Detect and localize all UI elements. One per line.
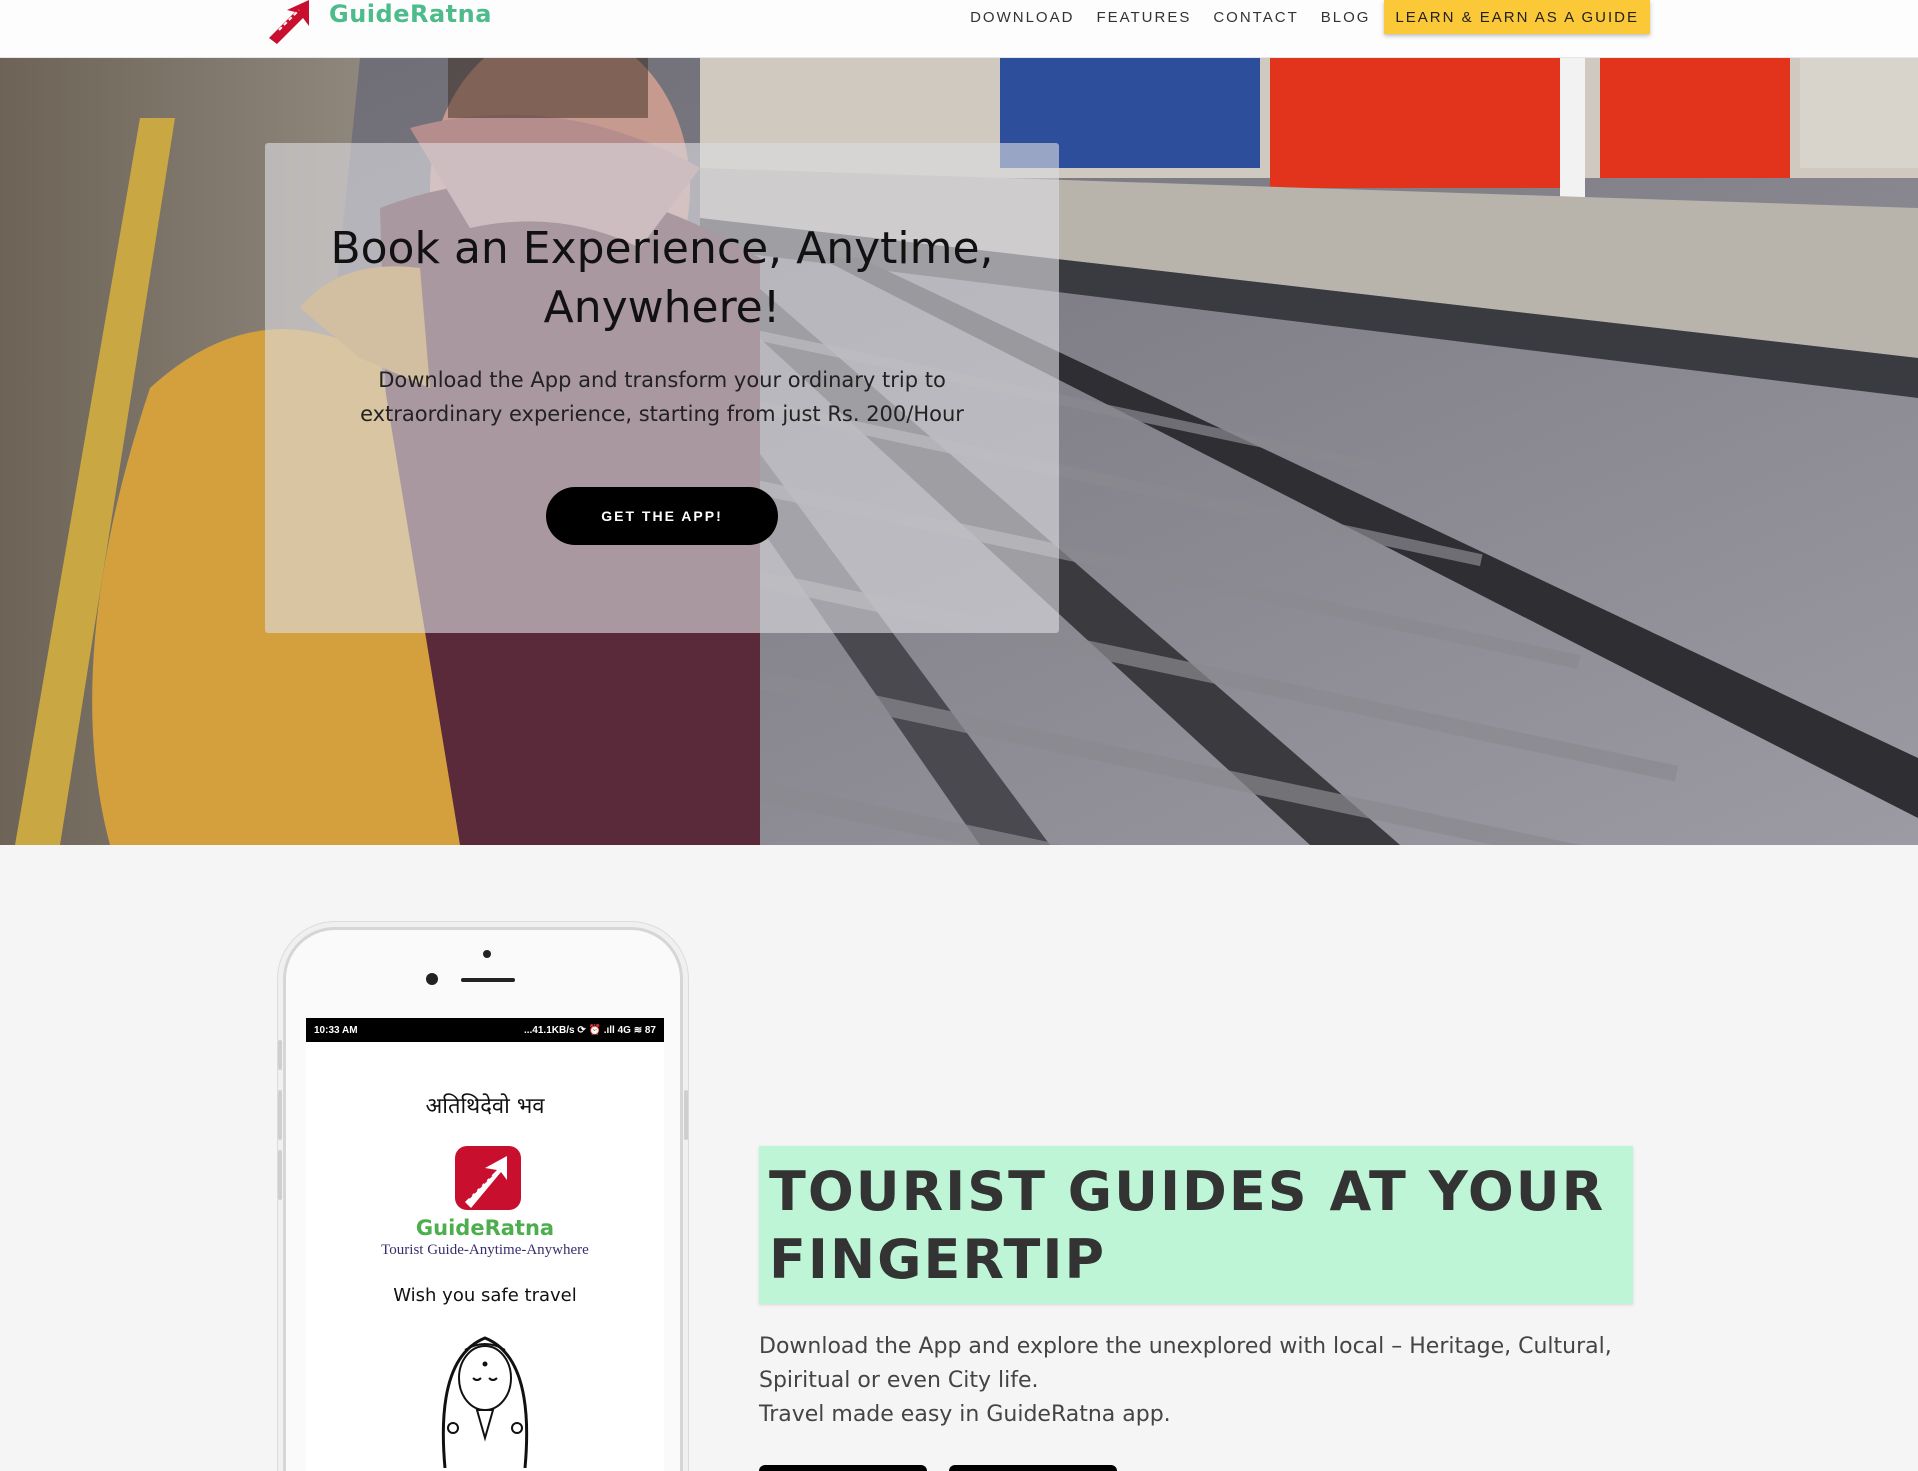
hero-card: Book an Experience, Anytime, Anywhere! D… <box>265 143 1059 633</box>
phone-sensor <box>483 950 491 958</box>
screen-hindi-greeting: अतिथिदेवो भव <box>425 1094 545 1119</box>
hero-subtitle: Download the App and transform your ordi… <box>360 368 964 426</box>
play-store-button[interactable] <box>759 1465 927 1471</box>
navbar: GuideRatna DOWNLOAD FEATURES CONTACT BLO… <box>0 0 1918 58</box>
phone-camera <box>426 973 438 985</box>
arrow-logo-icon <box>265 0 323 44</box>
features-section: 10:33 AM ...41.1KB/s ⟳ ⏰ .ıll 4G ≋ 87 अत… <box>0 845 1918 1471</box>
status-bar: 10:33 AM ...41.1KB/s ⟳ ⏰ .ıll 4G ≋ 87 <box>306 1018 664 1042</box>
feature-description-line: Download the App and explore the unexplo… <box>759 1334 1612 1393</box>
phone-side-button <box>684 1090 688 1140</box>
phone-screen: 10:33 AM ...41.1KB/s ⟳ ⏰ .ıll 4G ≋ 87 अत… <box>306 1018 664 1471</box>
status-time: 10:33 AM <box>314 1024 358 1036</box>
phone-side-button <box>278 1040 282 1070</box>
get-the-app-button[interactable]: GET THE APP! <box>546 487 778 545</box>
screen-wish-text: Wish you safe travel <box>393 1285 577 1306</box>
hero-section: Book an Experience, Anytime, Anywhere! D… <box>0 58 1918 845</box>
screen-tagline: Tourist Guide-Anytime-Anywhere <box>381 1242 589 1258</box>
hero-title: Book an Experience, Anytime, Anywhere! <box>330 223 994 333</box>
namaste-figure-icon <box>425 1318 545 1469</box>
status-icons: ...41.1KB/s ⟳ ⏰ .ıll 4G ≋ 87 <box>523 1024 656 1036</box>
arrow-logo-icon <box>445 1140 525 1220</box>
feature-heading-box: TOURIST GUIDES AT YOUR FINGERTIP <box>759 1146 1633 1304</box>
feature-description-line: Travel made easy in GuideRatna app. <box>759 1402 1171 1427</box>
phone-side-button <box>278 1090 282 1140</box>
feature-title: TOURIST GUIDES AT YOUR FINGERTIP <box>769 1160 1606 1291</box>
brand-logo[interactable]: GuideRatna <box>265 0 492 44</box>
feature-description: Download the App and explore the unexplo… <box>759 1330 1639 1432</box>
nav-link-features[interactable]: FEATURES <box>1096 9 1191 26</box>
phone-mockup: 10:33 AM ...41.1KB/s ⟳ ⏰ .ıll 4G ≋ 87 अत… <box>278 927 688 1471</box>
nav-link-blog[interactable]: BLOG <box>1321 9 1371 26</box>
nav-menu: DOWNLOAD FEATURES CONTACT BLOG LEARN & E… <box>948 0 1650 34</box>
brand-name: GuideRatna <box>329 0 492 28</box>
store-buttons <box>759 1465 1139 1471</box>
app-store-button[interactable] <box>949 1465 1117 1471</box>
phone-side-button <box>278 1150 282 1200</box>
learn-earn-guide-button[interactable]: LEARN & EARN AS A GUIDE <box>1384 0 1650 34</box>
phone-speaker <box>461 978 515 982</box>
nav-link-download[interactable]: DOWNLOAD <box>970 9 1074 26</box>
nav-link-contact[interactable]: CONTACT <box>1213 9 1298 26</box>
